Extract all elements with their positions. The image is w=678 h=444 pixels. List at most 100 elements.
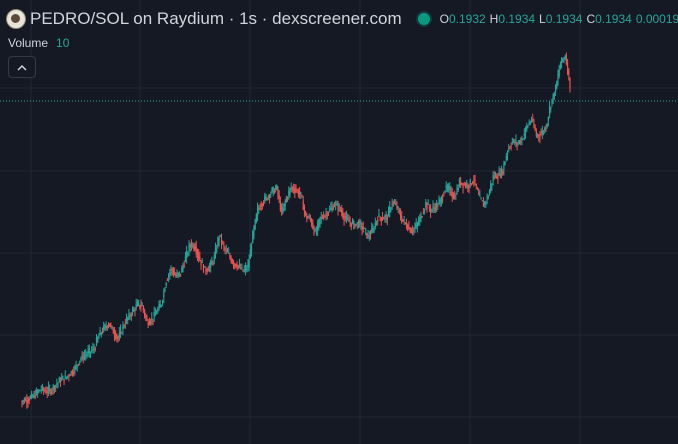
candle-body (89, 351, 92, 353)
candle-body (49, 388, 51, 391)
candle-body (145, 314, 147, 318)
candle-body (38, 389, 40, 393)
candle-body (201, 262, 203, 264)
candle-body (254, 219, 256, 229)
candle-body (64, 375, 66, 379)
candle-body (51, 390, 53, 391)
change-value: 0.0001995 (635, 12, 678, 26)
candle-body (274, 188, 277, 190)
candle-body (359, 220, 361, 224)
candle-body (62, 376, 64, 380)
candle-body (230, 257, 232, 263)
candle-body (333, 206, 336, 207)
candle-body (410, 229, 412, 234)
candle-body (468, 184, 470, 189)
open-value: 0.1932 (448, 12, 486, 26)
candle-body (433, 207, 435, 209)
candle-body (479, 194, 481, 197)
candle-body (242, 270, 244, 272)
candle-body (307, 217, 309, 219)
candle-body (348, 220, 350, 222)
candle-body (469, 179, 471, 185)
candle-body (547, 117, 549, 121)
candle-body (498, 171, 500, 176)
candle-body (457, 187, 459, 190)
candle-body (21, 402, 23, 403)
candle-body (366, 232, 368, 238)
candle-body (95, 338, 98, 346)
candle-body (213, 255, 215, 260)
candle-body (301, 195, 303, 197)
candle-body (330, 207, 332, 210)
price-chart[interactable] (0, 0, 678, 444)
candle-body (164, 289, 166, 292)
candle-body (401, 216, 403, 223)
candle-body (338, 205, 340, 208)
candle-body (485, 201, 487, 203)
candle-body (125, 317, 128, 323)
candle-body (392, 202, 394, 203)
candle-body (558, 69, 560, 76)
candle-body (329, 208, 331, 212)
candle-body (130, 314, 132, 317)
candle-body (438, 200, 440, 205)
candle-body (247, 264, 249, 268)
candle-body (528, 122, 530, 125)
candle-body (475, 183, 477, 187)
candle-body (52, 385, 54, 389)
candle-body (368, 236, 370, 238)
candle-body (246, 268, 248, 270)
candle-body (264, 196, 266, 201)
candle-body (169, 271, 171, 275)
candle-body (349, 222, 351, 223)
candle-body (326, 213, 328, 217)
candle-body (432, 206, 434, 210)
chart-header: PEDRO/SOL on Raydium · 1s · dexscreener.… (6, 8, 678, 30)
candle-body (183, 265, 185, 267)
candle-body (279, 201, 281, 211)
candle-body (171, 268, 173, 271)
candle-body (79, 360, 81, 362)
candle-body (552, 93, 554, 100)
candle-body (380, 217, 382, 221)
candle-body (449, 186, 451, 190)
candle-body (155, 313, 158, 315)
candle-body (129, 315, 131, 317)
candle-body (83, 355, 86, 357)
candle-body (321, 217, 324, 219)
candle-body (98, 335, 100, 339)
candle-body (142, 306, 144, 311)
candle-body (22, 400, 24, 402)
candle-body (313, 226, 315, 235)
collapse-legend-button[interactable] (8, 56, 36, 78)
candle-body (184, 256, 187, 262)
candle-body (193, 245, 195, 250)
candle-body (325, 213, 327, 215)
candle-body (288, 190, 290, 196)
candle-body (223, 244, 225, 247)
candle-body (448, 186, 450, 190)
candle-body (212, 262, 214, 264)
candle-body (332, 207, 334, 210)
candle-body (159, 304, 161, 308)
candle-body (354, 224, 356, 228)
candle-body (111, 326, 113, 328)
candle-body (442, 198, 444, 200)
candle-body (272, 186, 274, 192)
candle-body (232, 261, 235, 266)
candle-body (312, 223, 314, 229)
candle-body (292, 188, 295, 191)
candle-body (76, 365, 78, 367)
candle-body (399, 213, 402, 218)
ohlc-legend: O0.1932 H0.1934 L0.1934 C0.1934 0.000199… (440, 12, 678, 26)
candle-body (170, 267, 172, 272)
candle-body (564, 57, 566, 59)
candle-body (206, 269, 208, 272)
candle-body (553, 95, 555, 97)
candle-body (529, 122, 531, 124)
candle-body (384, 215, 386, 218)
candle-body (363, 227, 366, 229)
candle-body (476, 188, 479, 190)
candle-body (146, 318, 148, 321)
candle-body (119, 329, 122, 336)
